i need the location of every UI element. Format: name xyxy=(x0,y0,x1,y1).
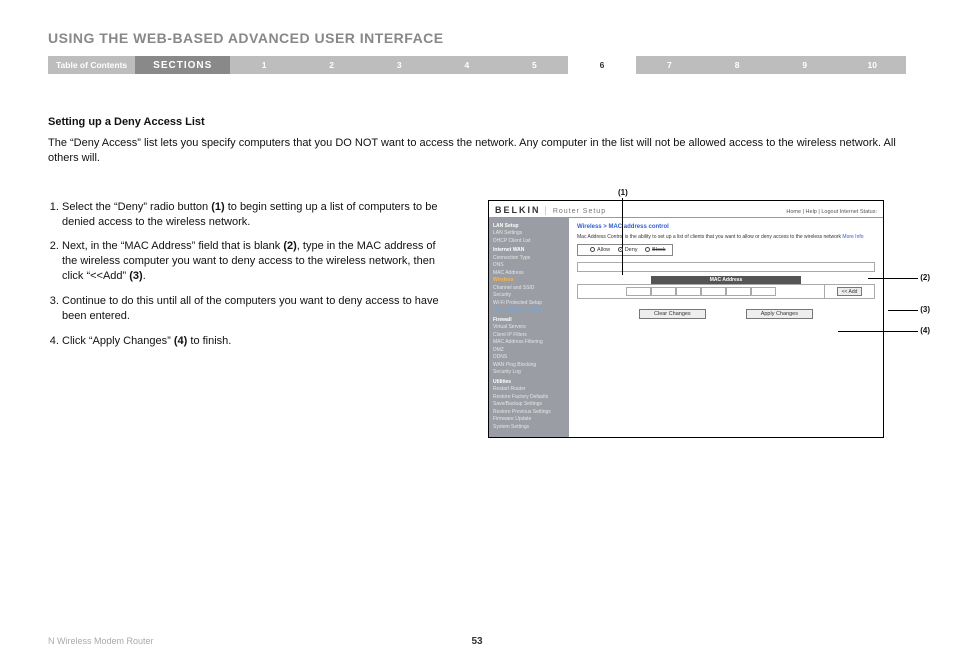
more-info-link[interactable]: More Info xyxy=(842,234,863,240)
mac-field[interactable] xyxy=(626,287,651,296)
radio-deny[interactable] xyxy=(618,247,623,252)
mac-field[interactable] xyxy=(726,287,751,296)
callout-2: (2) xyxy=(920,273,930,282)
mac-field[interactable] xyxy=(651,287,676,296)
sb-item[interactable]: Virtual Servers xyxy=(493,324,565,332)
sb-item[interactable]: DDNS xyxy=(493,354,565,362)
sb-utilities: Utilities xyxy=(493,379,565,387)
mac-field[interactable] xyxy=(701,287,726,296)
sb-item[interactable]: Security xyxy=(493,292,565,300)
nav-6[interactable]: 6 xyxy=(568,56,636,74)
nav-toc[interactable]: Table of Contents xyxy=(48,56,135,74)
mac-field[interactable] xyxy=(676,287,701,296)
sb-lan: LAN Setup xyxy=(493,223,565,231)
sb-wan: Internet WAN xyxy=(493,247,565,255)
subheading: Setting up a Deny Access List xyxy=(48,116,906,128)
sb-item[interactable]: Restart Router xyxy=(493,386,565,394)
sb-item[interactable]: Security Log xyxy=(493,369,565,377)
callout-3: (3) xyxy=(920,305,930,314)
page-footer: N Wireless Modem Router 53 xyxy=(48,636,906,646)
sb-item[interactable]: Save/Backup Settings xyxy=(493,401,565,409)
nav-3[interactable]: 3 xyxy=(365,56,433,74)
radio-allow[interactable] xyxy=(590,247,595,252)
section-nav: Table of Contents SECTIONS 1 2 3 4 5 6 7… xyxy=(48,56,906,74)
intro-text: The “Deny Access” list lets you specify … xyxy=(48,136,906,166)
radio-block[interactable] xyxy=(645,247,650,252)
sb-item[interactable]: Connection Type xyxy=(493,255,565,263)
nav-10[interactable]: 10 xyxy=(838,56,906,74)
allow-deny-options: Allow Deny Block xyxy=(577,244,673,256)
sb-item[interactable]: DMZ xyxy=(493,347,565,355)
page-title: USING THE WEB-BASED ADVANCED USER INTERF… xyxy=(48,30,906,46)
sb-wireless: Wireless xyxy=(493,277,565,285)
sb-firewall: Firewall xyxy=(493,317,565,325)
sb-item[interactable]: Wi-Fi Protected Setup xyxy=(493,300,565,308)
callout-4: (4) xyxy=(920,326,930,335)
sb-item[interactable]: DHCP Client List xyxy=(493,238,565,246)
screenshot: (1) (2) (3) (4) BELKIN|Router Setup Home… xyxy=(488,200,906,439)
sb-item[interactable]: Client IP Filters xyxy=(493,332,565,340)
instruction-list: Select the “Deny” radio button (1) to be… xyxy=(48,200,448,349)
sb-item[interactable]: System Settings xyxy=(493,424,565,432)
step-3: Continue to do this until all of the com… xyxy=(62,294,448,324)
sb-item[interactable]: Channel and SSID xyxy=(493,285,565,293)
callout-1: (1) xyxy=(618,188,628,197)
sb-mac-control[interactable]: MAC Address Control xyxy=(493,307,565,315)
brand-logo: BELKIN|Router Setup xyxy=(495,205,606,215)
sb-item[interactable]: MAC Address xyxy=(493,270,565,278)
sb-item[interactable]: MAC Address Filtering xyxy=(493,339,565,347)
mac-field[interactable] xyxy=(751,287,776,296)
step-4: Click “Apply Changes” (4) to finish. xyxy=(62,334,448,349)
sb-item[interactable]: DNS xyxy=(493,262,565,270)
clear-changes-button[interactable]: Clear Changes xyxy=(639,309,706,319)
top-links[interactable]: Home | Help | Logout Internet Status: xyxy=(786,209,877,215)
step-1: Select the “Deny” radio button (1) to be… xyxy=(62,200,448,230)
sb-item[interactable]: LAN Settings xyxy=(493,230,565,238)
nav-5[interactable]: 5 xyxy=(501,56,569,74)
sb-item[interactable]: Restore Factory Defaults xyxy=(493,394,565,402)
mac-input-row xyxy=(626,287,776,296)
nav-7[interactable]: 7 xyxy=(636,56,704,74)
nav-4[interactable]: 4 xyxy=(433,56,501,74)
sb-item[interactable]: Restore Previous Settings xyxy=(493,409,565,417)
add-button[interactable]: << Add xyxy=(837,287,863,296)
product-name: N Wireless Modem Router xyxy=(48,636,154,646)
nav-sections-label: SECTIONS xyxy=(135,56,230,74)
nav-8[interactable]: 8 xyxy=(703,56,771,74)
sb-item[interactable]: Firmware Update xyxy=(493,416,565,424)
page-number: 53 xyxy=(471,636,482,647)
sb-item[interactable]: WAN Ping Blocking xyxy=(493,362,565,370)
step-2: Next, in the “MAC Address” field that is… xyxy=(62,239,448,284)
mac-header: MAC Address xyxy=(651,276,801,284)
apply-changes-button[interactable]: Apply Changes xyxy=(746,309,813,319)
sidebar: LAN Setup LAN Settings DHCP Client List … xyxy=(489,218,569,438)
nav-9[interactable]: 9 xyxy=(771,56,839,74)
nav-1[interactable]: 1 xyxy=(230,56,298,74)
nav-2[interactable]: 2 xyxy=(298,56,366,74)
